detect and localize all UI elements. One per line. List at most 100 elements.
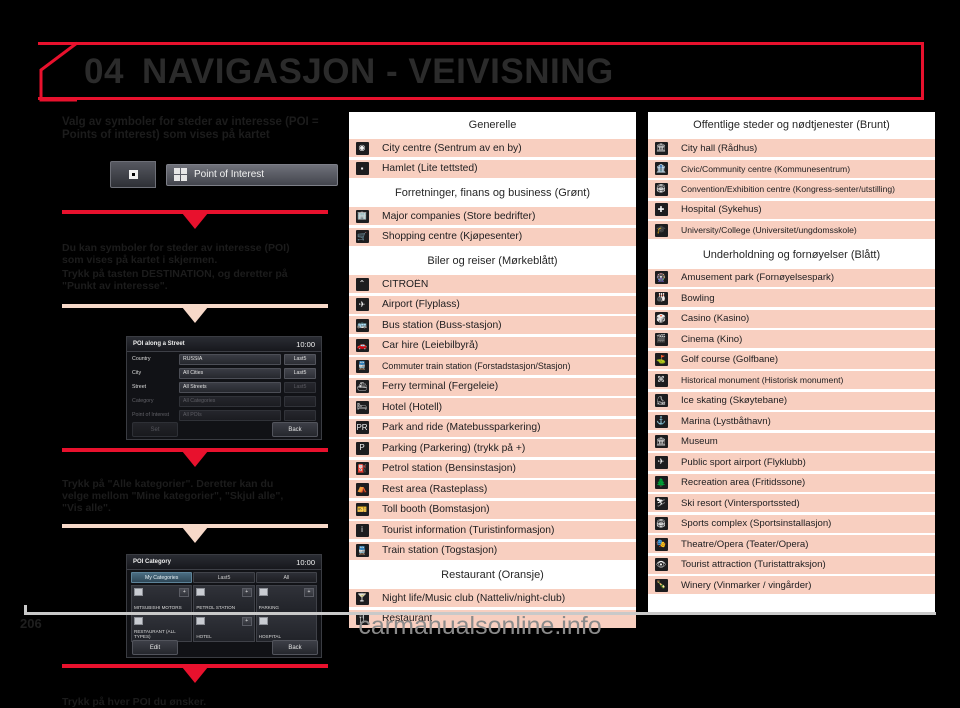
paragraph-2-line-1: Trykk på tasten DESTINATION, og deretter…: [62, 268, 288, 280]
arrow-separator-3: [62, 448, 328, 470]
row-label: Ice skating (Skøytebane): [681, 395, 788, 406]
city-centre-icon: ◉: [349, 139, 375, 157]
table-row[interactable]: 🎡 Amusement park (Fornøyelsespark): [648, 268, 935, 287]
tab-last5[interactable]: Last5: [193, 572, 255, 583]
arrow-separator-2: [62, 304, 328, 326]
table-row[interactable]: ⛷ Ski resort (Vintersportssted): [648, 494, 935, 512]
row-label: Bowling: [681, 292, 715, 304]
field-value: All Categories: [179, 395, 281, 407]
table-row[interactable]: ⌘ Historical monument (Historisk monument…: [648, 371, 935, 389]
field-label: Street: [132, 384, 147, 390]
table-row[interactable]: PR Park and ride (Matebussparkering): [349, 418, 636, 437]
left-paragraph-3: Trykk på "Alle kategorier". Deretter kan…: [62, 478, 340, 514]
screenshot-1-row: Point of Interest All POIs: [127, 408, 321, 422]
table-row[interactable]: 🛏 Hotel (Hotell): [349, 398, 636, 416]
field-value[interactable]: All Streets: [179, 381, 281, 393]
bus-station-icon: 🚌: [349, 316, 375, 334]
tab-my-categories[interactable]: My Categories: [131, 572, 193, 583]
table-row[interactable]: 🎬 Cinema (Kino): [648, 330, 935, 348]
table-row[interactable]: 🏢 Major companies (Store bedrifter): [349, 207, 636, 225]
table-row[interactable]: ⚓ Marina (Lystbåthavn): [648, 412, 935, 430]
table-row[interactable]: ⌃ CITROËN: [349, 275, 636, 293]
section-heading: Offentlige steder og nødtjenester (Brunt…: [648, 112, 935, 139]
table-row[interactable]: 🎓 University/College (Universitet/ungdoms…: [648, 221, 935, 239]
plus-icon[interactable]: +: [303, 588, 314, 597]
category-icon: [196, 588, 206, 596]
table-row[interactable]: 🌲 Recreation area (Fritidssone): [648, 473, 935, 492]
table-row[interactable]: ⛳ Golf course (Golfbane): [648, 350, 935, 369]
table-row[interactable]: 🚆 Commuter train station (Forstadstasjon/…: [349, 357, 636, 375]
table-row[interactable]: 🚌 Bus station (Buss-stasjon): [349, 316, 636, 334]
table-row[interactable]: 🏦 Civic/Community centre (Kommunesentrum): [648, 159, 935, 178]
screenshot-1-row[interactable]: Country RUSSIA Last5: [127, 352, 321, 366]
table-row[interactable]: 🏟 Sports complex (Sportsinstallasjon): [648, 514, 935, 533]
table-row[interactable]: ✈ Airport (Flyplass): [349, 295, 636, 314]
tab-all[interactable]: All: [255, 572, 317, 583]
row-label: Ski resort (Vintersportssted): [681, 497, 800, 509]
screenshot-1-row[interactable]: Street All Streets Last5: [127, 380, 321, 394]
right-column: Offentlige steder og nødtjenester (Brunt…: [648, 112, 935, 612]
row-label: Museum: [681, 436, 718, 447]
table-row[interactable]: ⛸ Ice skating (Skøytebane): [648, 391, 935, 410]
category-icon: [134, 588, 143, 596]
row-label: Hamlet (Lite tettsted): [382, 163, 478, 174]
field-label: City: [132, 370, 142, 376]
table-row[interactable]: ⛺ Rest area (Rasteplass): [349, 480, 636, 498]
table-row[interactable]: 👁 Tourist attraction (Turistattraksjon): [648, 555, 935, 574]
table-row[interactable]: ◉ City centre (Sentrum av en by): [349, 139, 636, 157]
row-label: Park and ride (Matebussparkering): [382, 422, 541, 433]
edit-button[interactable]: Edit: [132, 640, 178, 655]
plus-icon[interactable]: +: [241, 588, 252, 597]
golf-course-icon: ⛳: [648, 351, 674, 369]
field-value[interactable]: RUSSIA: [179, 353, 281, 365]
table-row[interactable]: 🚗 Car hire (Leiebilbyrå): [349, 336, 636, 355]
table-row[interactable]: P Parking (Parkering) (trykk på +): [349, 439, 636, 457]
public-sport-airport-icon: ✈: [648, 453, 674, 471]
screenshot-1-titlebar: POI along a Street 10:00: [127, 337, 321, 352]
ice-skating-icon: ⛸: [648, 392, 674, 410]
poi-button[interactable]: Point of Interest: [166, 163, 338, 186]
field-button[interactable]: Last5: [284, 367, 316, 379]
table-row[interactable]: 🚆 Train station (Togstasjon): [349, 541, 636, 560]
field-button[interactable]: Last5: [284, 353, 316, 365]
back-button[interactable]: Back: [272, 422, 318, 437]
category-cell[interactable]: + PARKING: [255, 585, 317, 613]
plus-icon[interactable]: +: [179, 588, 190, 597]
table-row[interactable]: ⛴ Ferry terminal (Fergeleie): [349, 377, 636, 396]
table-row[interactable]: 🛒 Shopping centre (Kjøpesenter): [349, 227, 636, 246]
back-button[interactable]: Back: [272, 640, 318, 655]
field-value[interactable]: All Cities: [179, 367, 281, 379]
table-row[interactable]: 🎭 Theatre/Opera (Teater/Opera): [648, 535, 935, 553]
table-row[interactable]: 🍾 Winery (Vinmarker / vingårder): [648, 576, 935, 594]
table-row[interactable]: 🏛 Museum: [648, 432, 935, 451]
screenshot-2-tabs: My Categories Last5 All: [131, 572, 317, 583]
table-row[interactable]: 🏛 City hall (Rådhus): [648, 139, 935, 157]
table-row[interactable]: ✚ Hospital (Sykehus): [648, 200, 935, 219]
table-row[interactable]: i Tourist information (Turistinformasjon): [349, 521, 636, 539]
bowling-icon: 🎳: [648, 289, 674, 307]
table-row[interactable]: ▪ Hamlet (Lite tettsted): [349, 159, 636, 178]
table-row[interactable]: ✈ Public sport airport (Flyklubb): [648, 453, 935, 471]
paragraph-3-line-2: velge mellom "Mine kategorier", "Skjul a…: [62, 490, 284, 502]
petrol-station-icon: ⛽: [349, 460, 375, 478]
field-button[interactable]: Last5: [284, 381, 316, 393]
screenshot-1-row[interactable]: City All Cities Last5: [127, 366, 321, 380]
set-button[interactable]: Set: [132, 422, 178, 437]
row-label: Ferry terminal (Fergeleie): [382, 381, 499, 392]
category-cell[interactable]: + MITSUBISHI MOTORS: [131, 585, 193, 613]
row-label: Historical monument (Historisk monument): [681, 375, 844, 385]
left-paragraph-4: Trykk på hver POI du ønsker.: [62, 696, 207, 708]
table-row[interactable]: 🏟 Convention/Exhibition centre (Kongress-…: [648, 180, 935, 198]
row-label: Shopping centre (Kjøpesenter): [382, 231, 523, 242]
chapter-number: 04: [84, 52, 124, 91]
major-companies-icon: 🏢: [349, 207, 375, 225]
table-row[interactable]: 🎲 Casino (Kasino): [648, 309, 935, 328]
field-button: [284, 409, 316, 421]
museum-icon: 🏛: [648, 433, 674, 451]
category-cell[interactable]: + PETROL STATION: [193, 585, 255, 613]
table-row[interactable]: 🎳 Bowling: [648, 289, 935, 307]
table-row[interactable]: 🍸 Night life/Music club (Natteliv/night-c…: [349, 589, 636, 607]
table-row[interactable]: ⛽ Petrol station (Bensinstasjon): [349, 459, 636, 478]
hospital-icon: ✚: [648, 201, 674, 219]
table-row[interactable]: 🎫 Toll booth (Bomstasjon): [349, 500, 636, 519]
